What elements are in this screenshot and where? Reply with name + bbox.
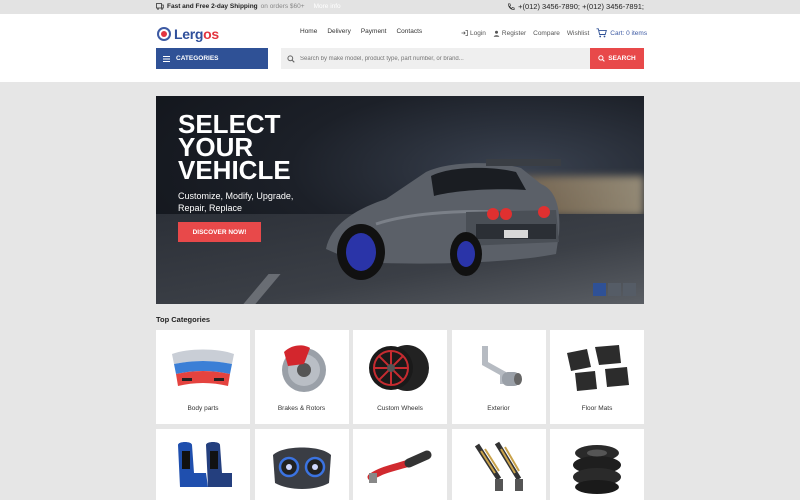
search-icon [598,55,606,62]
headlight-icon [272,447,331,489]
category-label: Floor Mats [581,405,613,412]
truck-icon [156,3,164,10]
intake-icon [367,450,432,483]
user-links: Login Register Compare Wishlist Cart: 0 … [461,28,647,38]
slider-dot-1[interactable] [593,283,606,296]
category-label: Exterior [487,405,510,412]
category-card-custom-wheels[interactable]: Custom Wheels [353,330,447,424]
hero-title: SELECT YOUR VEHICLE [178,109,291,185]
bumper-icon [172,349,234,386]
shipping-notice: Fast and Free 2-day Shipping on orders $… [156,3,341,10]
wheel-icon [369,345,429,391]
categories-label: CATEGORIES [176,55,219,62]
logo-text: Lergos [174,26,219,42]
category-card-suspension[interactable] [451,428,546,500]
more-info-link[interactable]: More info [314,3,341,10]
menu-icon [163,55,170,62]
floor-mat-icon [567,345,629,391]
category-label: Custom Wheels [377,405,423,412]
category-label: Brakes & Rotors [277,405,326,412]
category-label: Body parts [187,405,219,412]
site-header: Lergos Home Delivery Payment Contacts Lo… [0,14,800,82]
tires-icon [573,444,621,494]
cart-link[interactable]: Cart: 0 items [596,28,647,38]
shipping-muted-text: on orders $60+ [260,3,305,10]
categories-button[interactable]: CATEGORIES [156,48,268,69]
slider-dot-2[interactable] [608,283,621,296]
category-card-headlights[interactable] [254,428,349,500]
hero-subtitle: Customize, Modify, Upgrade, Repair, Repl… [178,191,294,213]
search-button[interactable]: SEARCH [590,48,644,69]
search-bar [281,48,590,69]
search-icon [287,54,295,63]
register-link[interactable]: Register [493,30,526,37]
suspension-icon [474,441,523,491]
compare-link[interactable]: Compare [533,30,560,37]
login-icon [461,30,468,36]
cart-icon [596,28,608,38]
logo-mark-icon [157,27,171,41]
top-bar: Fast and Free 2-day Shipping on orders $… [0,0,800,14]
nav-contacts[interactable]: Contacts [396,28,422,35]
category-card-brakes-rotors[interactable]: Brakes & Rotors [254,330,349,424]
search-input[interactable] [300,55,580,62]
login-link[interactable]: Login [461,30,486,37]
category-card-seats[interactable] [156,428,250,500]
nav-home[interactable]: Home [300,28,317,35]
user-icon [493,30,500,37]
phone-numbers: +(012) 3456-7890; +(012) 3456-7891; [507,2,644,11]
sports-car-image [326,159,561,280]
discover-now-button[interactable]: DISCOVER NOW! [178,222,261,242]
slider-dots [593,283,636,296]
wishlist-link[interactable]: Wishlist [567,30,589,37]
brake-icon [281,345,326,392]
nav-payment[interactable]: Payment [361,28,387,35]
categories-grid: Body parts Brakes & Rotors Custom Wheels [156,330,644,500]
category-card-exterior[interactable]: Exterior [451,330,546,424]
seat-icon [178,441,232,487]
category-card-intake[interactable] [353,428,447,500]
category-card-floor-mats[interactable]: Floor Mats [550,330,644,424]
slider-dot-3[interactable] [623,283,636,296]
phone-icon [508,2,515,10]
exhaust-icon [481,346,522,386]
phone-text: +(012) 3456-7890; +(012) 3456-7891; [518,2,644,11]
logo[interactable]: Lergos [157,26,219,42]
top-categories-title: Top Categories [156,315,211,324]
shipping-strong-text: Fast and Free 2-day Shipping [167,3,258,10]
category-card-body-parts[interactable]: Body parts [156,330,250,424]
category-card-tires[interactable] [550,428,644,500]
nav-delivery[interactable]: Delivery [327,28,350,35]
main-nav: Home Delivery Payment Contacts [300,28,422,35]
hero-banner: SELECT YOUR VEHICLE Customize, Modify, U… [156,96,644,304]
